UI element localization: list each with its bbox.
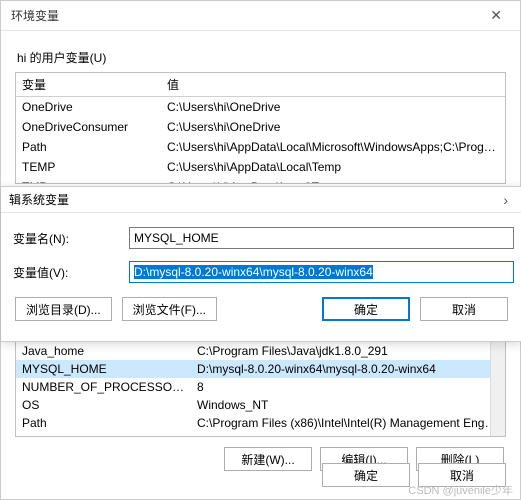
cell-name: Path	[16, 414, 191, 432]
edit-ok-button[interactable]: 确定	[322, 297, 410, 321]
cell-value: C:\Users\hi\AppData\Local\Temp	[161, 177, 505, 184]
cell-name: OS	[16, 396, 191, 414]
browse-dir-button[interactable]: 浏览目录(D)...	[15, 297, 112, 321]
cell-name: TEMP	[16, 157, 161, 177]
cell-value: Windows_NT	[191, 396, 505, 414]
watermark: CSDN @juvenile少年	[408, 482, 513, 498]
table-row[interactable]: TEMPC:\Users\hi\AppData\Local\Temp	[16, 157, 505, 177]
new-sysvar-button[interactable]: 新建(W)...	[224, 447, 312, 471]
col-header-name[interactable]: 变量	[16, 73, 161, 96]
var-name-label: 变量名(N):	[9, 230, 129, 247]
cell-name: Path	[16, 137, 161, 157]
user-vars-table[interactable]: 变量 值 OneDriveC:\Users\hi\OneDriveOneDriv…	[15, 72, 506, 184]
table-row[interactable]: Java_homeC:\Program Files\Java\jdk1.8.0_…	[16, 342, 505, 360]
cell-value: D:\mysql-8.0.20-winx64\mysql-8.0.20-winx…	[191, 360, 505, 378]
table-row[interactable]: PATHEXT.COM;.EXE;.BAT;.CMD;.VBS;.VBE;.JS…	[16, 432, 505, 437]
var-value-row: 变量值(V): D:\mysql-8.0.20-winx64\mysql-8.0…	[9, 261, 514, 283]
window-title: 环境变量	[11, 7, 59, 24]
cell-value: C:\Users\hi\OneDrive	[161, 97, 505, 117]
cell-name: OneDriveConsumer	[16, 117, 161, 137]
var-value-label: 变量值(V):	[9, 264, 129, 281]
edit-dialog-body: 变量名(N): 变量值(V): D:\mysql-8.0.20-winx64\m…	[1, 213, 521, 341]
cell-name: PATHEXT	[16, 432, 191, 437]
titlebar: 环境变量 ✕	[1, 1, 520, 31]
edit-cancel-button[interactable]: 取消	[420, 297, 508, 321]
main-content: hi 的用户变量(U) 变量 值 OneDriveC:\Users\hi\One…	[1, 31, 520, 194]
cell-value: C:\Users\hi\AppData\Local\Temp	[161, 157, 505, 177]
system-vars-section: Java_homeC:\Program Files\Java\jdk1.8.0_…	[15, 341, 506, 471]
table-row[interactable]: OSWindows_NT	[16, 396, 505, 414]
table-row[interactable]: PathC:\Program Files (x86)\Intel\Intel(R…	[16, 414, 505, 432]
cell-value: C:\Program Files\Java\jdk1.8.0_291	[191, 342, 505, 360]
col-header-value[interactable]: 值	[161, 73, 505, 96]
table-row[interactable]: OneDriveC:\Users\hi\OneDrive	[16, 97, 505, 117]
env-vars-window: 环境变量 ✕ hi 的用户变量(U) 变量 值 OneDriveC:\Users…	[0, 0, 521, 500]
table-row[interactable]: NUMBER_OF_PROCESSORS8	[16, 378, 505, 396]
close-icon[interactable]: ✕	[482, 3, 510, 28]
main-ok-button[interactable]: 确定	[322, 463, 410, 487]
system-vars-table[interactable]: Java_homeC:\Program Files\Java\jdk1.8.0_…	[15, 341, 506, 437]
cell-value: C:\Program Files (x86)\Intel\Intel(R) Ma…	[191, 414, 505, 432]
table-row[interactable]: PathC:\Users\hi\AppData\Local\Microsoft\…	[16, 137, 505, 157]
edit-dialog-buttons: 浏览目录(D)... 浏览文件(F)... 确定 取消	[9, 295, 514, 331]
var-value-selected-text: D:\mysql-8.0.20-winx64\mysql-8.0.20-winx…	[134, 265, 373, 279]
table-row[interactable]: OneDriveConsumerC:\Users\hi\OneDrive	[16, 117, 505, 137]
cell-value: C:\Users\hi\OneDrive	[161, 117, 505, 137]
user-vars-label: hi 的用户变量(U)	[17, 49, 506, 66]
edit-dialog-title: 辑系统变量	[9, 191, 69, 208]
table-header: 变量 值	[16, 73, 505, 97]
cell-name: Java_home	[16, 342, 191, 360]
chevron-right-icon[interactable]: ›	[497, 190, 514, 210]
cell-name: MYSQL_HOME	[16, 360, 191, 378]
edit-sysvar-dialog: 辑系统变量 › 变量名(N): 变量值(V): D:\mysql-8.0.20-…	[1, 186, 521, 342]
table-row[interactable]: MYSQL_HOMED:\mysql-8.0.20-winx64\mysql-8…	[16, 360, 505, 378]
var-name-row: 变量名(N):	[9, 227, 514, 249]
cell-value: C:\Users\hi\AppData\Local\Microsoft\Wind…	[161, 137, 505, 157]
cell-name: TMP	[16, 177, 161, 184]
cell-value: .COM;.EXE;.BAT;.CMD;.VBS;.VBE;.JS;.JSE;.…	[191, 432, 505, 437]
var-name-input[interactable]	[129, 227, 514, 249]
edit-dialog-titlebar: 辑系统变量 ›	[1, 187, 521, 213]
cell-value: 8	[191, 378, 505, 396]
table-row[interactable]: TMPC:\Users\hi\AppData\Local\Temp	[16, 177, 505, 184]
cell-name: OneDrive	[16, 97, 161, 117]
browse-file-button[interactable]: 浏览文件(F)...	[122, 297, 217, 321]
var-value-input[interactable]: D:\mysql-8.0.20-winx64\mysql-8.0.20-winx…	[129, 261, 514, 283]
scrollbar[interactable]	[490, 342, 505, 436]
cell-name: NUMBER_OF_PROCESSORS	[16, 378, 191, 396]
